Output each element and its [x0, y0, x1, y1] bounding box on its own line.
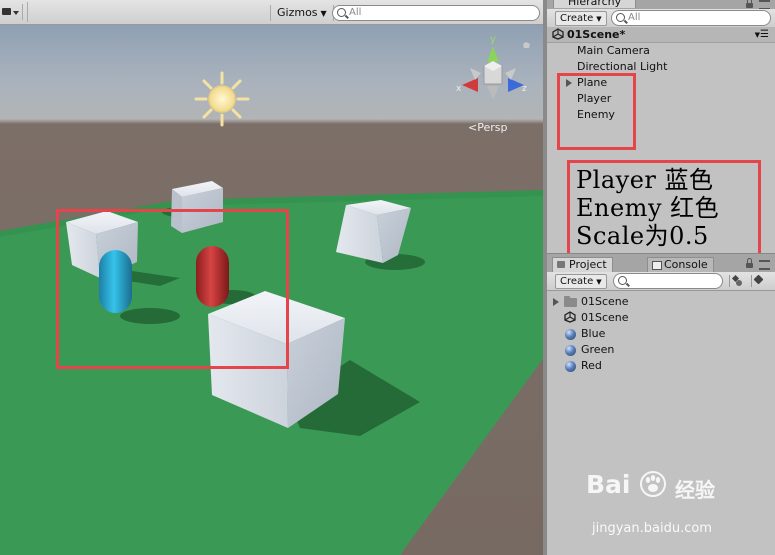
scene-highlight-box	[56, 209, 289, 369]
project-item-scene-file[interactable]: 01Scene	[581, 310, 629, 326]
material-icon	[565, 345, 576, 356]
annotation-line-3: Scale为0.5	[576, 222, 709, 250]
annotation-line-2: Enemy 红色	[576, 194, 720, 222]
material-icon	[565, 329, 576, 340]
baidu-paw-icon	[640, 471, 666, 497]
annotation-text: Player 蓝色 Enemy 红色 Scale为0.5	[576, 166, 719, 250]
search-icon	[618, 276, 627, 285]
project-item-scene-folder[interactable]: 01Scene	[581, 294, 629, 310]
directional-light-gizmo	[194, 71, 250, 127]
filter-by-type-icon[interactable]	[729, 275, 744, 287]
dropdown-arrow-icon: ▼	[596, 15, 602, 23]
persp-chevron-icon: <	[468, 121, 478, 134]
scene-toolbar: Gizmos ▼ All	[0, 0, 543, 25]
hierarchy-create-button[interactable]: Create ▼	[555, 11, 607, 26]
project-item-blue[interactable]: Blue	[581, 326, 605, 342]
watermark-url: jingyan.baidu.com	[592, 521, 712, 536]
dropdown-arrow-icon: ▼	[596, 278, 602, 286]
project-panel: Project Console Create ▼ 01Scene 01Scene …	[547, 253, 775, 555]
gizmos-dropdown[interactable]: Gizmos ▼	[270, 5, 334, 21]
hierarchy-search-placeholder: All	[628, 12, 641, 23]
project-tabbar: Project Console	[547, 253, 775, 272]
hierarchy-tabbar: Hierarchy	[547, 0, 775, 10]
tab-project[interactable]: Project	[552, 257, 613, 272]
scene-header-row[interactable]: 01Scene* ▼☰	[547, 27, 775, 43]
shading-mode-button[interactable]	[0, 4, 23, 20]
unity-logo-icon	[552, 28, 564, 40]
dropdown-arrow-icon: ▼	[320, 9, 327, 18]
tab-project-label: Project	[569, 258, 607, 271]
project-toolbar: Create ▼	[547, 272, 775, 291]
axis-z-label: z	[522, 84, 527, 94]
tab-console-label: Console	[664, 258, 708, 271]
hierarchy-highlight-box	[557, 73, 636, 150]
scene-view[interactable]: Gizmos ▼ All y x z <Persp	[0, 0, 543, 555]
scene-name: 01Scene*	[567, 28, 626, 41]
project-item-green[interactable]: Green	[581, 342, 614, 358]
search-icon	[337, 8, 346, 17]
lock-icon[interactable]	[746, 0, 753, 8]
watermark-jingyan: 经验	[675, 478, 715, 502]
expand-arrow-icon[interactable]	[553, 298, 559, 306]
filter-by-label-icon[interactable]	[751, 275, 766, 287]
unity-scene-icon	[564, 311, 576, 323]
projection-text: Persp	[477, 121, 508, 134]
lock-icon[interactable]	[746, 258, 753, 268]
folder-icon	[564, 296, 577, 307]
tab-console[interactable]: Console	[647, 257, 714, 272]
gizmos-label: Gizmos	[277, 6, 318, 19]
console-icon	[652, 261, 662, 270]
folder-icon	[557, 261, 565, 268]
create-label: Create	[560, 13, 594, 24]
axis-x-label: x	[456, 84, 462, 94]
projection-label[interactable]: <Persp	[468, 121, 507, 134]
orientation-gizmo	[462, 42, 530, 100]
hierarchy-toolbar: Create ▼ All	[547, 9, 775, 28]
axis-y-label: y	[490, 34, 496, 45]
search-icon	[616, 13, 625, 22]
hierarchy-item-main-camera[interactable]: Main Camera	[577, 43, 650, 59]
toolbar-divider	[27, 2, 28, 22]
project-search-input[interactable]	[613, 273, 723, 289]
watermark-logo-text: Bai	[586, 470, 631, 499]
create-label: Create	[560, 276, 594, 287]
scene-search-placeholder: All	[349, 7, 362, 18]
hierarchy-search-input[interactable]: All	[611, 10, 771, 26]
project-create-button[interactable]: Create ▼	[555, 274, 607, 289]
scene-search-input[interactable]: All	[332, 5, 540, 21]
hierarchy-tab-label: Hierarchy	[568, 0, 622, 8]
scene-options-menu[interactable]: ▼☰	[755, 27, 769, 43]
annotation-line-1: Player 蓝色	[576, 166, 714, 194]
panel-menu-icon[interactable]	[759, 260, 770, 270]
material-icon	[565, 361, 576, 372]
project-item-red[interactable]: Red	[581, 358, 602, 374]
hierarchy-tab[interactable]: Hierarchy	[553, 0, 637, 8]
